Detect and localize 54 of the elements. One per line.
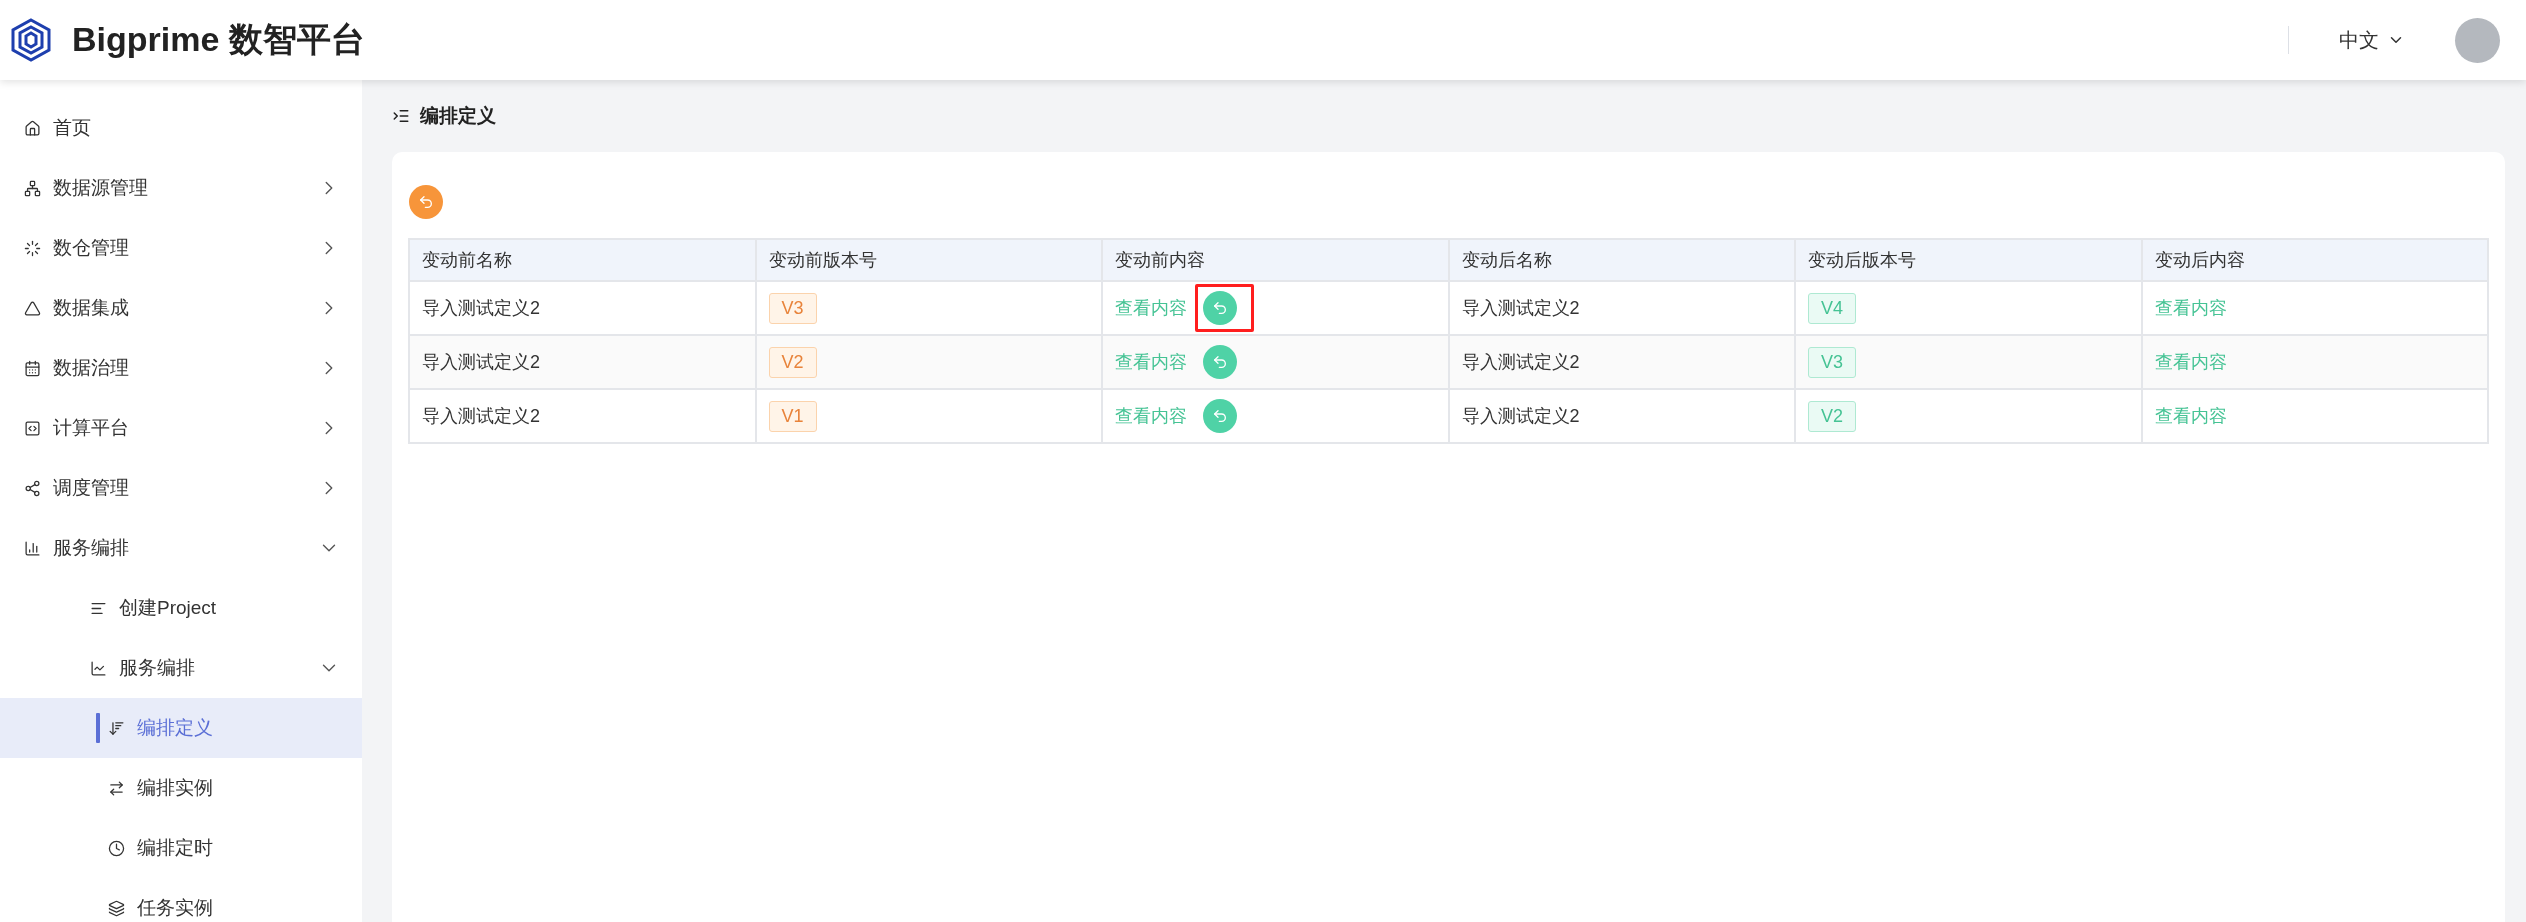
sidebar-item[interactable]: 首页: [0, 98, 362, 158]
undo-icon: [1212, 354, 1228, 370]
sidebar-item[interactable]: 编排定义: [0, 698, 362, 758]
version-tag: V3: [768, 292, 817, 324]
layers-icon: [108, 899, 125, 917]
rollback-button[interactable]: [1203, 345, 1237, 379]
language-dropdown[interactable]: 中文: [2335, 22, 2409, 58]
column-header: 变动后版本号: [1795, 239, 2142, 281]
undo-icon: [1212, 408, 1228, 424]
column-header: 变动前内容: [1102, 239, 1449, 281]
sidebar-item[interactable]: 调度管理: [0, 458, 362, 518]
version-tag: V3: [1808, 346, 1857, 378]
line-chart-icon: [90, 659, 107, 677]
sidebar-item[interactable]: 服务编排: [0, 518, 362, 578]
share-icon: [24, 479, 41, 497]
sidebar-item[interactable]: 数据源管理: [0, 158, 362, 218]
avatar[interactable]: [2455, 17, 2500, 63]
table-cell: 导入测试定义2: [1448, 389, 1795, 443]
home-icon: [24, 119, 41, 137]
rollback-button[interactable]: [1203, 399, 1237, 433]
undo-icon: [418, 194, 434, 210]
sidebar-item[interactable]: 数据治理: [0, 338, 362, 398]
version-tag: V2: [768, 346, 817, 378]
version-tag: V2: [1808, 400, 1857, 432]
sort-icon: [108, 719, 125, 737]
calendar-icon: [24, 359, 41, 377]
sidebar-item[interactable]: 数仓管理: [0, 218, 362, 278]
network-icon: [24, 179, 41, 197]
table-cell: 导入测试定义2: [409, 389, 756, 443]
undo-icon: [1212, 300, 1228, 316]
sidebar-item[interactable]: 计算平台: [0, 398, 362, 458]
column-header: 变动前版本号: [755, 239, 1102, 281]
indent-icon: [392, 107, 410, 125]
sidebar-item[interactable]: 编排定时: [0, 818, 362, 878]
sidebar-item[interactable]: 任务实例: [0, 878, 362, 922]
sidebar-item[interactable]: 编排实例: [0, 758, 362, 818]
page-title: 编排定义: [420, 104, 496, 128]
bar-chart-icon: [24, 539, 41, 557]
version-tag: V4: [1808, 292, 1857, 324]
back-button[interactable]: [409, 185, 443, 219]
swap-icon: [108, 779, 125, 797]
sidebar-item[interactable]: 数据集成: [0, 278, 362, 338]
column-header: 变动后内容: [2141, 239, 2488, 281]
version-tag: V1: [768, 400, 817, 432]
clock-icon: [108, 839, 125, 857]
code-icon: [24, 419, 41, 437]
column-header: 变动后名称: [1448, 239, 1795, 281]
spinner-icon: [24, 239, 41, 257]
app-title: Bigprime 数智平台: [72, 19, 365, 60]
triangle-icon: [24, 299, 41, 317]
rollback-button[interactable]: [1203, 291, 1237, 325]
column-header: 变动前名称: [409, 239, 756, 281]
sidebar-item[interactable]: 创建Project: [0, 578, 362, 638]
sidebar-item[interactable]: 服务编排: [0, 638, 362, 698]
